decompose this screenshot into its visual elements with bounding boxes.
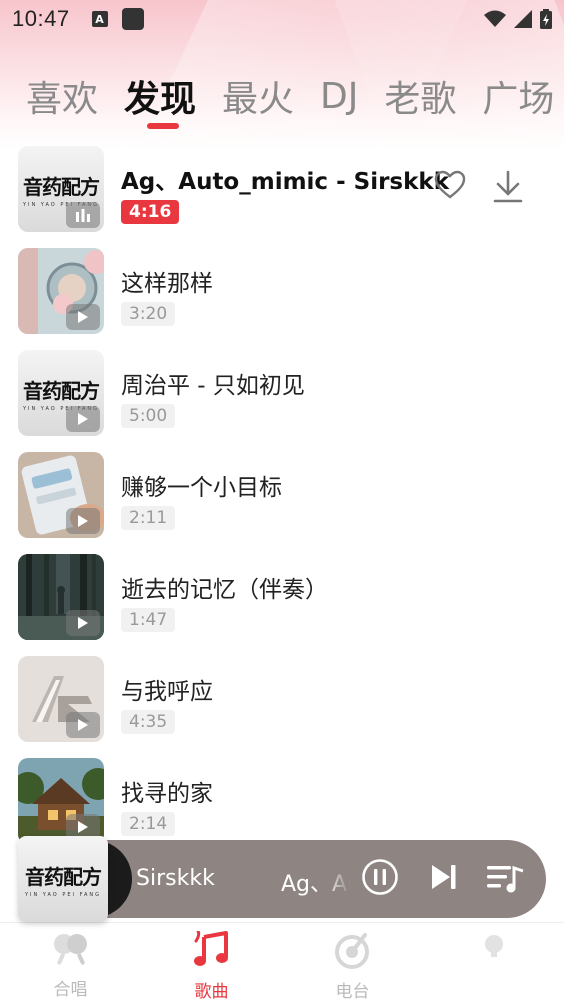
mini-player-title-marquee: Ag、Auto [281,872,351,897]
song-duration: 4:16 [121,200,180,224]
song-cover [18,248,104,334]
keyboard-notification-icon: A [91,11,108,27]
nav-label-songs: 歌曲 [194,982,229,1002]
heart-icon[interactable] [434,170,466,200]
song-title: 逝去的记忆（伴奏） [121,577,328,603]
song-row[interactable]: 音药配方 YIN YAO PEI FANG 周治平 - 只如初见 5:00 [0,350,564,452]
song-duration: 5:00 [121,404,176,428]
song-row[interactable]: 与我呼应 4:35 [0,656,564,758]
bulb-icon [484,935,503,957]
song-cover [18,554,104,640]
signal-icon [514,10,532,28]
song-title: 找寻的家 [121,781,213,807]
song-title: 赚够一个小目标 [121,475,282,501]
song-title: 与我呼应 [121,679,213,705]
song-cover [18,452,104,538]
radio-icon [334,933,369,969]
wifi-icon [484,10,506,27]
cover-logo-sub: YIN YAO PEI FANG [24,891,102,898]
mini-player-cover[interactable]: 音药配方 YIN YAO PEI FANG [18,836,108,922]
nav-item-chorus[interactable]: 合唱 [0,923,141,1004]
nav-label-chorus: 合唱 [53,980,88,1000]
song-cover [18,758,104,844]
active-tab-indicator [147,123,179,129]
song-row[interactable]: 逝去的记忆（伴奏） 1:47 [0,554,564,656]
tab-hottest[interactable]: 最火 [222,70,294,122]
chorus-icon [53,934,87,965]
song-cover [18,656,104,742]
battery-icon [540,9,552,29]
cover-logo-text: 音药配方 [25,864,102,889]
nav-item-songs[interactable]: 歌曲 [141,923,282,1004]
play-icon[interactable] [66,304,100,330]
song-title: Ag、Auto_mimic - Sirskkk [121,169,449,195]
playlist-icon[interactable] [485,858,527,896]
play-icon[interactable] [66,610,100,636]
status-bar: 10:47 A [0,0,564,38]
mini-player-title: Sirskkk [136,866,215,891]
song-title: 周治平 - 只如初见 [121,373,305,399]
app-notification-icon [121,8,144,30]
nav-item-radio[interactable]: 电台 [282,923,423,1004]
download-icon[interactable] [492,170,524,204]
category-tabs: 喜欢 发现 最火 DJ 老歌 广场 [0,68,564,124]
tab-square[interactable]: 广场 [482,70,554,122]
song-cover: 音药配方 YIN YAO PEI FANG [18,350,104,436]
tab-old-songs[interactable]: 老歌 [384,70,456,122]
tab-discover[interactable]: 发现 [124,70,196,122]
song-title: 这样那样 [121,271,213,297]
nav-label-radio: 电台 [335,982,370,1002]
skip-next-icon[interactable] [429,858,459,896]
play-icon[interactable] [66,406,100,432]
song-row[interactable]: 赚够一个小目标 2:11 [0,452,564,554]
nav-item-more[interactable] [423,923,564,1004]
tab-favorites[interactable]: 喜欢 [26,70,98,122]
song-duration: 2:14 [121,812,176,836]
cover-logo-text: 音药配方 [23,174,100,199]
song-duration: 2:11 [121,506,176,530]
cover-logo-text: 音药配方 [23,378,100,403]
song-duration: 4:35 [121,710,176,734]
song-row[interactable]: 音药配方 YIN YAO PEI FANG Ag、Auto_mimic - Si… [0,146,564,248]
tab-dj[interactable]: DJ [320,76,358,117]
song-duration: 1:47 [121,608,176,632]
play-icon[interactable] [66,508,100,534]
song-row[interactable]: 这样那样 3:20 [0,248,564,350]
music-note-icon [193,931,228,966]
equalizer-icon [66,202,100,228]
status-time: 10:47 [12,6,70,31]
song-duration: 3:20 [121,302,176,326]
play-icon[interactable] [66,712,100,738]
bottom-nav: 合唱 歌曲 电台 [0,922,564,1004]
song-cover: 音药配方 YIN YAO PEI FANG [18,146,104,232]
song-list: 音药配方 YIN YAO PEI FANG Ag、Auto_mimic - Si… [0,146,564,860]
pause-icon[interactable] [361,858,399,896]
